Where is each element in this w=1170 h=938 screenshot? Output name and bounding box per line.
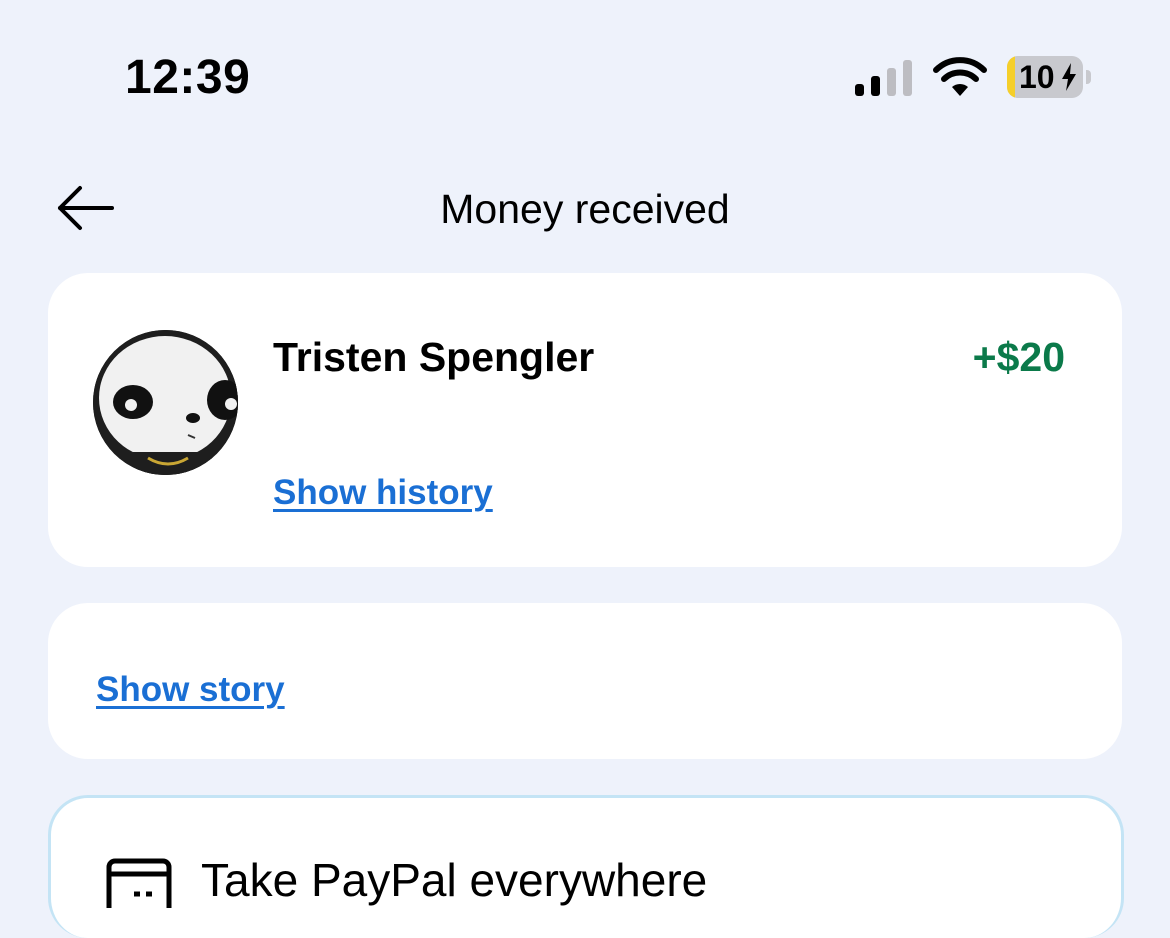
card-icon — [106, 858, 172, 908]
battery-nub — [1086, 70, 1091, 84]
status-time: 12:39 — [125, 51, 251, 104]
promo-card[interactable]: Take PayPal everywhere — [48, 795, 1124, 938]
page-title: Money received — [440, 186, 730, 232]
story-card: Show story — [48, 603, 1122, 759]
wifi-icon — [933, 57, 987, 96]
panda-avatar-image — [93, 330, 238, 475]
charging-bolt-icon — [1062, 63, 1076, 91]
avatar[interactable] — [93, 330, 238, 475]
show-history-link[interactable]: Show history — [273, 471, 493, 515]
battery-level-fill — [1007, 56, 1015, 98]
battery-body: 10 — [1007, 56, 1083, 98]
sender-name: Tristen Spengler — [273, 334, 595, 380]
cellular-signal-icon — [855, 60, 912, 96]
amount-received: +$20 — [972, 334, 1065, 380]
transaction-card: Tristen Spengler +$20 Show history — [48, 273, 1122, 567]
show-story-link[interactable]: Show story — [96, 668, 285, 712]
promo-title: Take PayPal everywhere — [201, 854, 708, 906]
battery-percent: 10 — [1019, 59, 1055, 95]
battery-indicator: 10 — [1007, 56, 1092, 100]
